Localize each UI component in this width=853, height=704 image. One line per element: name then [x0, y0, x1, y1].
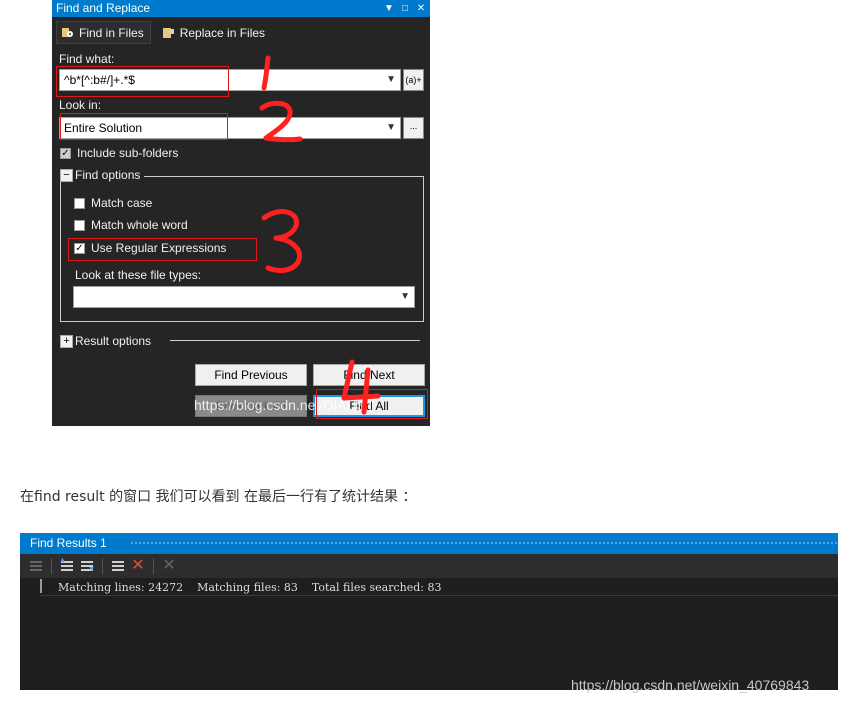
toolbar-separator [51, 558, 52, 574]
tab-label: Find in Files [79, 25, 144, 40]
close-icon[interactable]: ✕ [416, 0, 426, 17]
go-to-location-icon[interactable] [28, 558, 44, 574]
find-in-files-icon [61, 27, 75, 39]
dialog-titlebar[interactable]: Find and Replace ▼ □ ✕ [52, 0, 430, 17]
titlebar-grip [130, 541, 838, 546]
find-previous-button[interactable]: Find Previous [195, 364, 307, 386]
file-types-select[interactable]: ▼ [73, 286, 415, 308]
expand-icon[interactable]: + [60, 334, 73, 348]
annotation-box-3 [68, 238, 257, 261]
dropdown-icon[interactable]: ▼ [384, 0, 394, 17]
dialog-title: Find and Replace [56, 1, 151, 15]
divider [170, 340, 420, 341]
browse-button[interactable]: ... [403, 117, 424, 139]
toolbar-separator [153, 558, 154, 574]
find-results-panel: Find Results 1 ✕ ✕ Matching lines: 24272… [20, 533, 838, 690]
results-toolbar: ✕ ✕ [20, 554, 838, 578]
chevron-down-icon[interactable]: ▼ [386, 70, 396, 90]
maximize-icon[interactable]: □ [400, 0, 410, 17]
collapse-icon[interactable]: − [60, 168, 73, 182]
file-types-label: Look at these file types: [75, 268, 202, 282]
next-result-icon[interactable] [79, 558, 95, 574]
checkmark-icon: ✓ [60, 147, 71, 159]
annotation-box-1 [56, 66, 229, 97]
include-subfolders-label: Include sub-folders [77, 146, 179, 160]
annotation-box-2 [60, 113, 228, 140]
find-what-label: Find what: [59, 52, 115, 66]
find-results-title: Find Results 1 [30, 536, 107, 550]
clear-all-icon[interactable]: ✕ [130, 558, 146, 574]
checkbox-icon [74, 219, 85, 231]
replace-in-files-icon [162, 27, 176, 39]
checkbox-icon [74, 197, 85, 209]
watermark: https://blog.csdn.net/weixin_40769843 [571, 677, 810, 693]
toolbar-separator [102, 558, 103, 574]
look-in-label: Look in: [59, 98, 102, 112]
find-options-header[interactable]: − Find options [60, 168, 145, 182]
regex-builder-button[interactable]: (a)+ [403, 69, 424, 91]
previous-result-icon[interactable] [59, 557, 75, 574]
find-options-label: Find options [75, 168, 141, 182]
divider [40, 595, 838, 596]
tab-find-in-files[interactable]: Find in Files [56, 21, 151, 44]
find-next-button[interactable]: Find Next [313, 364, 425, 386]
tab-label: Replace in Files [179, 25, 266, 40]
find-replace-dialog: Find and Replace ▼ □ ✕ Find in Files Rep… [52, 0, 430, 426]
caption-text: 在find result 的窗口 我们可以看到 在最后一行有了统计结果 ： [20, 489, 417, 505]
annotation-box-4 [316, 389, 428, 419]
result-options-label: Result options [75, 334, 152, 348]
tab-replace-in-files[interactable]: Replace in Files [157, 21, 272, 44]
include-subfolders-checkbox[interactable]: ✓ Include sub-folders [60, 146, 178, 160]
clear-filter-icon[interactable] [110, 558, 126, 574]
match-case-label: Match case [91, 196, 153, 210]
match-whole-word-label: Match whole word [91, 218, 188, 232]
results-summary-line[interactable]: Matching lines: 24272 Matching files: 83… [58, 581, 441, 594]
find-results-titlebar[interactable]: Find Results 1 [20, 533, 838, 554]
chevron-down-icon[interactable]: ▼ [400, 287, 410, 307]
gutter-marker [40, 579, 42, 593]
match-whole-word-checkbox[interactable]: Match whole word [74, 218, 188, 232]
chevron-down-icon[interactable]: ▼ [386, 118, 396, 138]
stop-find-icon[interactable]: ✕ [161, 558, 177, 574]
result-options-header[interactable]: + Result options [60, 334, 156, 348]
match-case-checkbox[interactable]: Match case [74, 196, 152, 210]
